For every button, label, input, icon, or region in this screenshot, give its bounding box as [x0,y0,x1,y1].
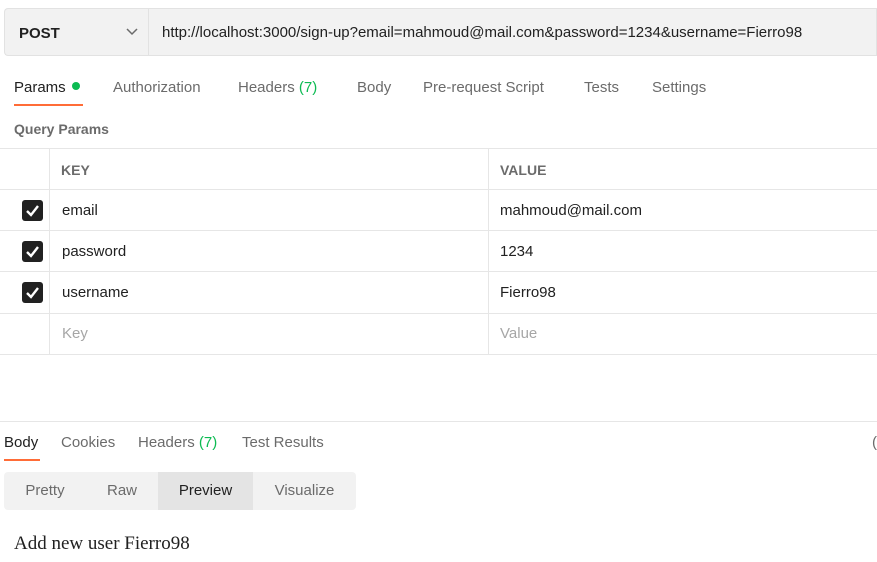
checkmark-icon [26,246,39,258]
table-row: password 1234 [0,231,877,272]
tab-label: Headers [238,79,295,96]
key-placeholder-input[interactable]: Key [62,325,88,342]
tab-label: Settings [652,79,707,96]
response-preview-text: Add new user Fierro98 [14,533,190,554]
table-row: username Fierro98 [0,272,877,314]
params-active-dot [71,82,80,90]
format-pretty-button[interactable]: Pretty [4,472,86,510]
url-input[interactable]: http://localhost:3000/sign-up?email=mahm… [148,8,877,56]
response-tab-body[interactable]: Body [4,434,38,451]
response-tab-label: Cookies [61,434,116,451]
checkmark-icon [26,205,39,217]
param-checkbox[interactable] [22,200,43,221]
checkmark-icon [26,287,39,299]
url-text: http://localhost:3000/sign-up?email=mahm… [162,24,803,41]
tab-pre-request-script[interactable]: Pre-request Script [423,79,544,96]
format-segmented-control: Pretty Raw Preview Visualize [4,472,356,510]
param-value[interactable]: mahmoud@mail.com [500,202,642,219]
request-bar: POST http://localhost:3000/sign-up?email… [4,8,877,58]
param-checkbox[interactable] [22,241,43,262]
tab-label: Tests [584,79,620,96]
table-row: email mahmoud@mail.com [0,190,877,231]
param-key[interactable]: email [62,202,98,219]
column-divider [49,148,50,355]
column-divider [488,148,489,355]
tab-authorization[interactable]: Authorization [113,79,201,96]
param-key[interactable]: password [62,243,126,260]
table-header-row: KEY VALUE [0,148,877,190]
param-value[interactable]: Fierro98 [500,284,556,301]
tab-headers[interactable]: Headers (7) [238,79,317,96]
response-tab-label: Test Results [242,434,324,451]
chevron-down-icon [126,28,138,36]
tab-body[interactable]: Body [357,79,391,96]
tab-label: Authorization [113,79,201,96]
response-divider[interactable] [0,421,877,422]
format-preview-button[interactable]: Preview [158,472,253,510]
tab-label: Pre-request Script [423,79,544,96]
method-select[interactable]: POST [4,8,148,56]
tab-active-indicator [14,104,83,106]
response-tab-headers[interactable]: Headers (7) [138,434,217,451]
tab-tests[interactable]: Tests [584,79,619,96]
value-column-header: VALUE [500,162,547,178]
response-tab-label: Body [4,434,39,451]
format-raw-button[interactable]: Raw [86,472,158,510]
response-headers-count: (7) [198,434,218,451]
response-tab-cookies[interactable]: Cookies [61,434,115,451]
response-tab-active-indicator [4,459,40,461]
tab-label: Params [14,79,66,96]
value-placeholder-input[interactable]: Value [500,325,537,342]
table-row-empty: Key Value [0,314,877,355]
param-value[interactable]: 1234 [500,243,533,260]
param-checkbox[interactable] [22,282,43,303]
tab-headers-count: (7) [298,79,318,96]
tab-label: Body [357,79,392,96]
tab-params[interactable]: Params [14,79,80,96]
response-tab-test-results[interactable]: Test Results [242,434,324,451]
response-tab-label: Headers [138,434,195,451]
param-key[interactable]: username [62,284,129,301]
status-edge-text: ( [872,434,877,451]
key-column-header: KEY [61,162,90,178]
method-label: POST [19,25,60,42]
format-visualize-button[interactable]: Visualize [253,472,356,510]
query-params-title: Query Params [14,121,109,137]
tab-settings[interactable]: Settings [652,79,706,96]
